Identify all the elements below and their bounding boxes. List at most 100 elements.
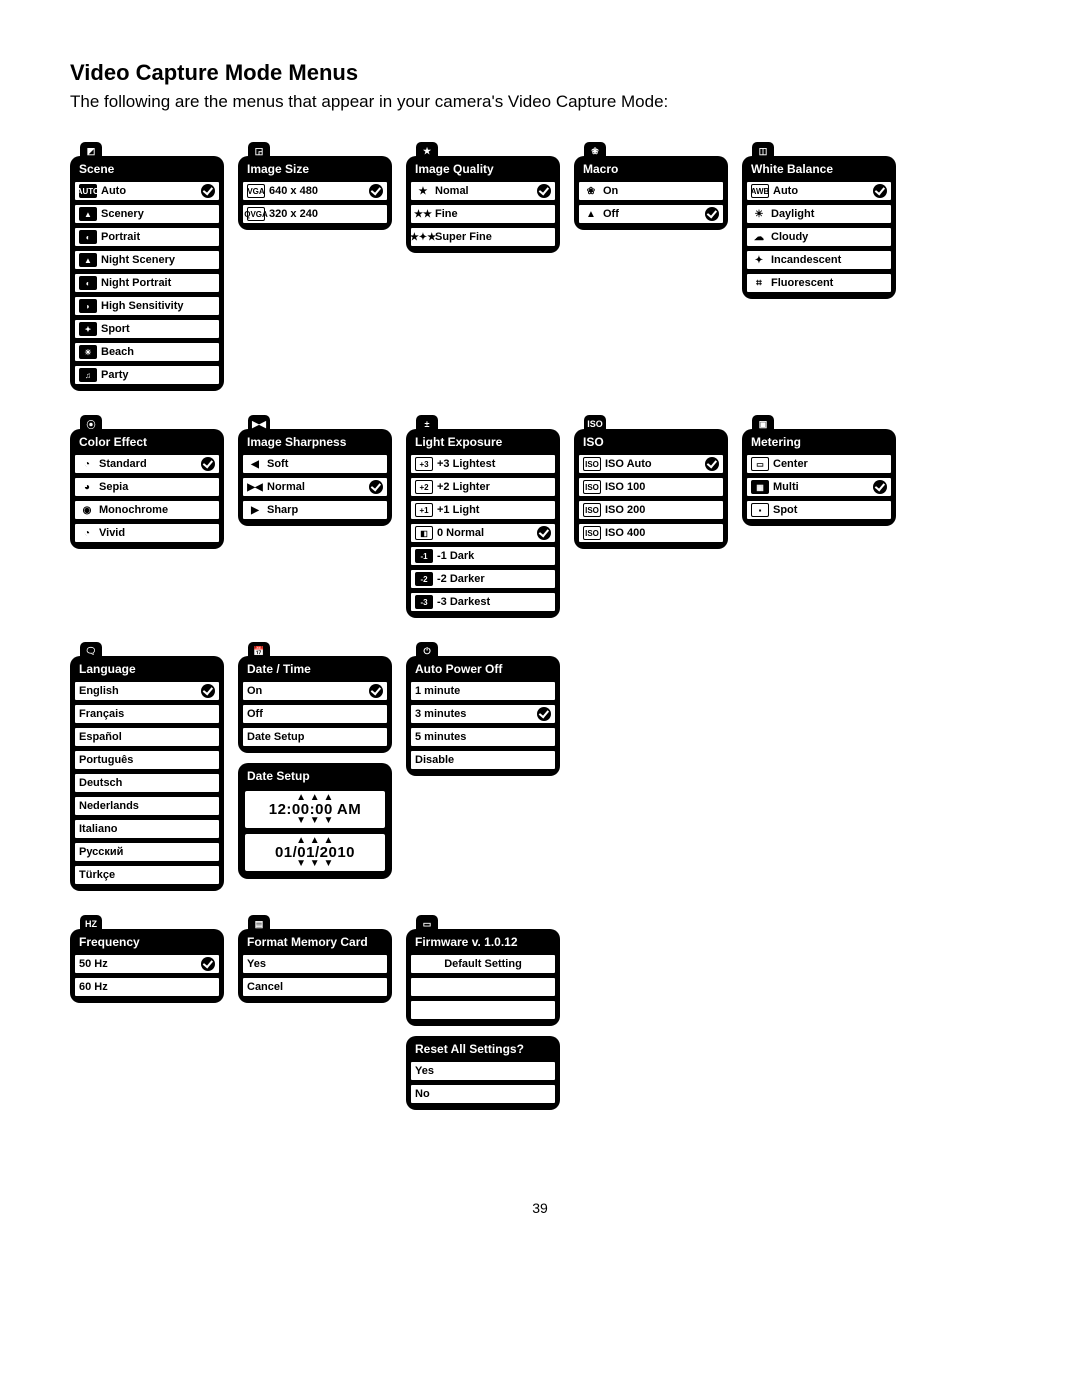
lang-item[interactable]: Português (73, 749, 221, 771)
iso-item-100[interactable]: ISOISO 100 (577, 476, 725, 498)
color-item-sepia[interactable]: ◕Sepia (73, 476, 221, 498)
tab-icon-date: 📅 (248, 642, 270, 660)
menu-light-exposure: ± Light Exposure +3+3 Lightest +2+2 Ligh… (406, 429, 560, 618)
quality-item-fine[interactable]: ★★Fine (409, 203, 557, 225)
quality-item-normal[interactable]: ★Nomal (409, 180, 557, 202)
wb-item-cloudy[interactable]: ☁Cloudy (745, 226, 893, 248)
color-item-standard[interactable]: ◔Standard (73, 453, 221, 475)
time-stepper[interactable]: ▲ ▲ ▲ 12:00:00 AM ▼ ▼ ▼ (243, 789, 387, 830)
date-item-off[interactable]: Off (241, 703, 389, 725)
tab-icon-exposure: ± (416, 415, 438, 433)
apo-item[interactable]: Disable (409, 749, 557, 771)
exp-icon: +2 (415, 480, 433, 494)
date-item-on[interactable]: On (241, 680, 389, 702)
apo-item[interactable]: 1 minute (409, 680, 557, 702)
cloud-icon: ☁ (751, 231, 767, 243)
wb-item-auto[interactable]: AWBAuto (745, 180, 893, 202)
scene-item-party[interactable]: ♫Party (73, 364, 221, 386)
sepia-icon: ◕ (79, 481, 95, 493)
sharp-item-normal[interactable]: ▶◀Normal (241, 476, 389, 498)
tab-icon-language: 🗨 (80, 642, 102, 660)
quality-item-superfine[interactable]: ★✦★Super Fine (409, 226, 557, 248)
down-arrows-icon: ▼ ▼ ▼ (251, 818, 379, 824)
exp-item[interactable]: ◧0 Normal (409, 522, 557, 544)
menu-iso: ISO ISO ISOISO Auto ISOISO 100 ISOISO 20… (574, 429, 728, 549)
size-item-qvga[interactable]: QVGA320 x 240 (241, 203, 389, 225)
menu-title: Macro (577, 159, 725, 180)
wb-item-fluorescent[interactable]: ⌗Fluorescent (745, 272, 893, 294)
lang-item[interactable]: Русский (73, 841, 221, 863)
scene-item-sport[interactable]: ✦Sport (73, 318, 221, 340)
exp-item[interactable]: +1+1 Light (409, 499, 557, 521)
meter-item-multi[interactable]: ▦Multi (745, 476, 893, 498)
awb-icon: AWB (751, 184, 769, 198)
lang-item[interactable]: Italiano (73, 818, 221, 840)
check-icon (873, 480, 887, 494)
menu-title: Reset All Settings? (409, 1039, 557, 1060)
lang-item[interactable]: Español (73, 726, 221, 748)
menu-grid: ◩ Scene AUTOAuto ▲Scenery ◐Portrait ▲Nig… (70, 142, 1010, 1110)
scene-item-scenery[interactable]: ▲Scenery (73, 203, 221, 225)
lang-item[interactable]: Français (73, 703, 221, 725)
lang-item[interactable]: English (73, 680, 221, 702)
exp-item[interactable]: +2+2 Lighter (409, 476, 557, 498)
lang-item[interactable]: Türkçe (73, 864, 221, 886)
menu-title: Image Sharpness (241, 432, 389, 453)
exp-item[interactable]: -2-2 Darker (409, 568, 557, 590)
tab-icon-wb: ◫ (752, 142, 774, 160)
color-item-monochrome[interactable]: ◉Monochrome (73, 499, 221, 521)
exp-icon: ◧ (415, 526, 433, 540)
check-icon (201, 457, 215, 471)
scene-item-portrait[interactable]: ◐Portrait (73, 226, 221, 248)
check-icon (705, 457, 719, 471)
menu-title: White Balance (745, 159, 893, 180)
exp-item[interactable]: -3-3 Darkest (409, 591, 557, 613)
scene-item-high-sensitivity[interactable]: ◗High Sensitivity (73, 295, 221, 317)
date-item-setup[interactable]: Date Setup (241, 726, 389, 748)
color-item-vivid[interactable]: ◔Vivid (73, 522, 221, 544)
menu-title: Color Effect (73, 432, 221, 453)
lang-item[interactable]: Deutsch (73, 772, 221, 794)
scene-item-night-portrait[interactable]: ◐Night Portrait (73, 272, 221, 294)
exp-item[interactable]: -1-1 Dark (409, 545, 557, 567)
reset-item-yes[interactable]: Yes (409, 1060, 557, 1082)
exp-item[interactable]: +3+3 Lightest (409, 453, 557, 475)
wb-item-incandescent[interactable]: ✦Incandescent (745, 249, 893, 271)
menu-macro: ❀ Macro ❀On ▲Off (574, 156, 728, 230)
meter-item-center[interactable]: ▭Center (745, 453, 893, 475)
fmt-item-cancel[interactable]: Cancel (241, 976, 389, 998)
check-icon (705, 207, 719, 221)
reset-item-no[interactable]: No (409, 1083, 557, 1105)
menu-firmware: ▭ Firmware v. 1.0.12 Default Setting (406, 929, 560, 1026)
lang-item[interactable]: Nederlands (73, 795, 221, 817)
iso-item-auto[interactable]: ISOISO Auto (577, 453, 725, 475)
portrait-icon: ◐ (79, 230, 97, 244)
page-intro: The following are the menus that appear … (70, 92, 1010, 112)
check-icon (369, 480, 383, 494)
date-stepper[interactable]: ▲ ▲ ▲ 01/01/2010 ▼ ▼ ▼ (243, 832, 387, 873)
sharp-item-soft[interactable]: ◀Soft (241, 453, 389, 475)
scene-item-beach[interactable]: ☀Beach (73, 341, 221, 363)
sharp-item-sharp[interactable]: ▶Sharp (241, 499, 389, 521)
iso-icon: ISO (583, 503, 601, 517)
menu-title: Metering (745, 432, 893, 453)
freq-item-50[interactable]: 50 Hz (73, 953, 221, 975)
center-icon: ▭ (751, 457, 769, 471)
tab-icon-format: ▤ (248, 915, 270, 933)
iso-item-200[interactable]: ISOISO 200 (577, 499, 725, 521)
scene-item-night-scenery[interactable]: ▲Night Scenery (73, 249, 221, 271)
apo-item[interactable]: 5 minutes (409, 726, 557, 748)
wb-item-daylight[interactable]: ☀Daylight (745, 203, 893, 225)
macro-item-on[interactable]: ❀On (577, 180, 725, 202)
freq-item-60[interactable]: 60 Hz (73, 976, 221, 998)
scene-item-auto[interactable]: AUTOAuto (73, 180, 221, 202)
size-item-vga[interactable]: VGA640 x 480 (241, 180, 389, 202)
fw-item-default[interactable]: Default Setting (409, 953, 557, 975)
meter-item-spot[interactable]: ▪Spot (745, 499, 893, 521)
macro-item-off[interactable]: ▲Off (577, 203, 725, 225)
qvga-icon: QVGA (247, 207, 265, 221)
flower-icon: ❀ (583, 185, 599, 197)
apo-item[interactable]: 3 minutes (409, 703, 557, 725)
fmt-item-yes[interactable]: Yes (241, 953, 389, 975)
iso-item-400[interactable]: ISOISO 400 (577, 522, 725, 544)
